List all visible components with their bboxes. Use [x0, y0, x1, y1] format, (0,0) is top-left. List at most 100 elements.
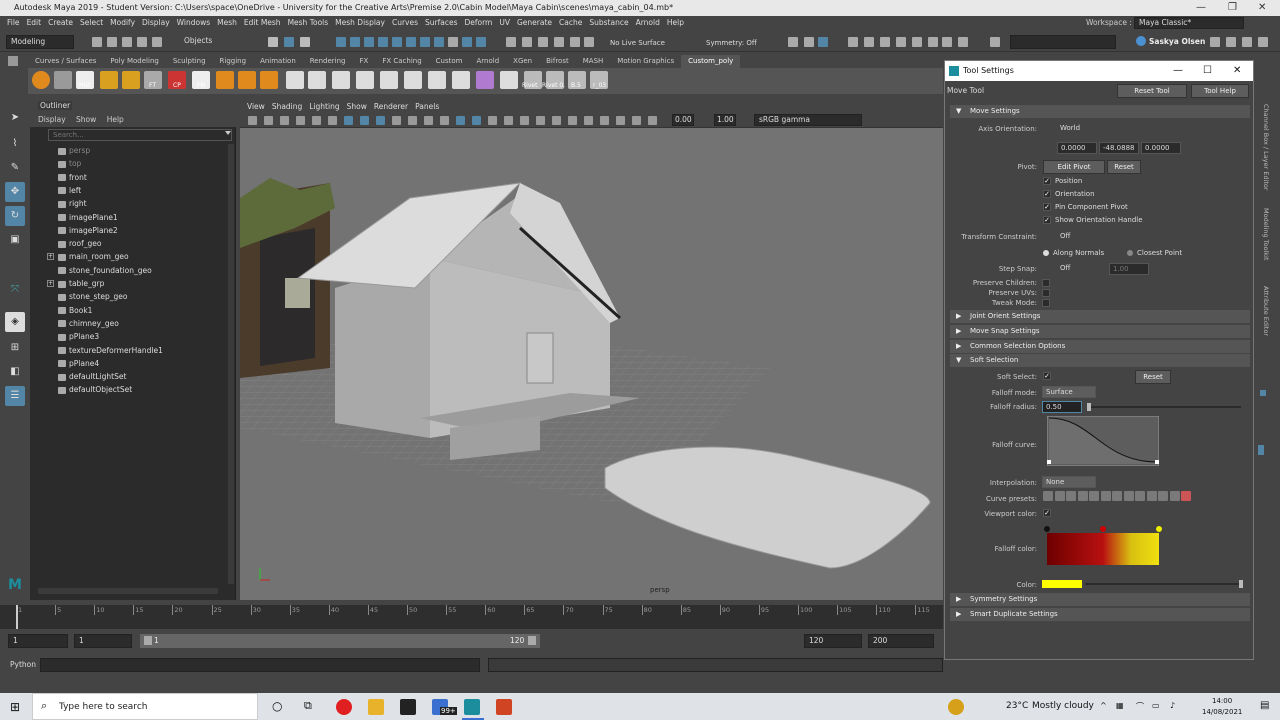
curve-preset-icon[interactable]: [1043, 491, 1053, 501]
pick-handles-icon[interactable]: [336, 37, 346, 47]
outliner-menu-show[interactable]: Show: [76, 115, 96, 124]
falloff-mode-dropdown[interactable]: Surface: [1042, 386, 1096, 398]
file-explorer-icon[interactable]: [368, 699, 384, 715]
extrude-icon[interactable]: [238, 71, 256, 89]
menu-substance[interactable]: Substance: [589, 16, 628, 30]
store-icon[interactable]: [400, 699, 416, 715]
sphere-icon[interactable]: [32, 71, 50, 89]
user-name[interactable]: Saskya Olsen: [1149, 37, 1205, 46]
outliner-item[interactable]: right: [58, 197, 87, 210]
viewport-tool-icon[interactable]: [568, 116, 577, 125]
pick-misc-icon[interactable]: [434, 37, 444, 47]
reset-tool-button[interactable]: Reset Tool: [1117, 84, 1187, 98]
viewport-tool-icon[interactable]: [360, 116, 369, 125]
task-view-icon[interactable]: ⧉: [304, 699, 312, 713]
show-attribute-editor-icon[interactable]: [1226, 37, 1236, 47]
pick-deformations-icon[interactable]: [392, 37, 402, 47]
section-move-snap[interactable]: ▶ Move Snap Settings: [950, 325, 1250, 338]
range-end-field[interactable]: 200: [868, 634, 934, 648]
preserve-uvs-checkbox[interactable]: [1042, 289, 1050, 297]
menu-mesh-display[interactable]: Mesh Display: [335, 16, 385, 30]
section-soft-selection[interactable]: ▼ Soft Selection: [950, 354, 1250, 367]
viewport-tool-icon[interactable]: [584, 116, 593, 125]
curve-preset-icon[interactable]: [1181, 491, 1191, 501]
outliner-item[interactable]: defaultLightSet: [58, 370, 126, 383]
time-slider[interactable]: 1 5 10 15 20 25 30 35 40 45 50 55 60 65 70 75 80 85 90 95 10…: [0, 605, 969, 629]
playback-start-field[interactable]: 1: [74, 634, 132, 648]
axis-value-y[interactable]: -48.0888: [1099, 142, 1139, 154]
four-view-icon[interactable]: ⊞: [5, 338, 25, 358]
viewport-tool-icon[interactable]: [264, 116, 273, 125]
outliner-item[interactable]: defaultObjectSet: [58, 383, 132, 396]
shelf-settings-icon[interactable]: [8, 56, 18, 66]
snap-grid-icon[interactable]: [506, 37, 516, 47]
menu-mesh[interactable]: Mesh: [217, 16, 237, 30]
select-tool-icon[interactable]: ➤: [5, 108, 25, 128]
viewport-tool-icon[interactable]: [456, 116, 465, 125]
outliner-item[interactable]: Book1: [58, 304, 92, 317]
show-orientation-handle-checkbox[interactable]: ✓: [1043, 216, 1051, 224]
clock-time[interactable]: 14:00: [1212, 697, 1232, 705]
tool-help-button[interactable]: Tool Help: [1191, 84, 1249, 98]
soft-select-reset-button[interactable]: Reset: [1135, 370, 1171, 384]
outliner-item[interactable]: roof_geo: [58, 237, 101, 250]
taskbar-search-box[interactable]: ⌕ Type here to search: [32, 693, 258, 720]
menu-display[interactable]: Display: [142, 16, 170, 30]
color-slider-thumb[interactable]: [1239, 580, 1243, 588]
mode-dropdown[interactable]: Modeling: [6, 35, 74, 49]
menu-modify[interactable]: Modify: [110, 16, 135, 30]
range-bar[interactable]: 1 120: [140, 634, 540, 648]
side-scroll-icon[interactable]: [1260, 390, 1266, 396]
viewport-tool-icon[interactable]: [632, 116, 641, 125]
pick-rendering-icon[interactable]: [420, 37, 430, 47]
viewport-tool-icon[interactable]: [616, 116, 625, 125]
show-modeling-toolkit-icon[interactable]: [1258, 37, 1268, 47]
viewport-tool-icon[interactable]: [440, 116, 449, 125]
curve-preset-icon[interactable]: [1169, 491, 1180, 501]
lasso-tool-icon[interactable]: ⌇: [5, 134, 25, 154]
side-scroll-thumb[interactable]: [1258, 445, 1264, 455]
restore-icon[interactable]: ❐: [1228, 0, 1237, 16]
tab-channel-box[interactable]: Channel Box / Layer Editor: [1262, 104, 1270, 191]
viewport-menu-renderer[interactable]: Renderer: [374, 102, 408, 111]
viewport-tool-icon[interactable]: [408, 116, 417, 125]
tab-attribute-editor[interactable]: Attribute Editor: [1262, 286, 1270, 336]
viewport-menu-show[interactable]: Show: [347, 102, 367, 111]
merge-icon[interactable]: [404, 71, 422, 89]
shelf-tab-fx-caching[interactable]: FX Caching: [375, 55, 428, 68]
viewport-tool-icon[interactable]: [552, 116, 561, 125]
powerpoint-icon[interactable]: [496, 699, 512, 715]
smooth-icon[interactable]: [500, 71, 518, 89]
viewport-tool-icon[interactable]: [312, 116, 321, 125]
menu-file[interactable]: File: [7, 16, 20, 30]
viewport-tool-icon[interactable]: [280, 116, 289, 125]
falloff-radius-thumb[interactable]: [1087, 403, 1091, 411]
shelf-tab-curves-surfaces[interactable]: Curves / Surfaces: [28, 55, 103, 68]
shelf-tab-animation[interactable]: Animation: [253, 55, 303, 68]
viewport-tool-icon[interactable]: [376, 116, 385, 125]
cube-icon[interactable]: [260, 71, 278, 89]
network-icon[interactable]: ▦: [1116, 701, 1124, 710]
outliner-item[interactable]: top: [58, 157, 81, 170]
viewport-color-checkbox[interactable]: ✓: [1043, 509, 1051, 517]
outliner-item[interactable]: pPlane3: [58, 330, 99, 343]
search-options-icon[interactable]: [225, 131, 231, 135]
single-perspective-icon[interactable]: ◈: [5, 312, 25, 332]
outliner-hscrollbar[interactable]: [38, 588, 218, 594]
select-hierarchy-icon[interactable]: [268, 37, 278, 47]
gamma-field[interactable]: 1.00: [714, 114, 736, 126]
slide-edge-icon[interactable]: [428, 71, 446, 89]
menu-arnold[interactable]: Arnold: [636, 16, 660, 30]
outliner-item[interactable]: persp: [58, 144, 90, 157]
viewport-tool-icon[interactable]: [520, 116, 529, 125]
interpolation-dropdown[interactable]: None: [1042, 476, 1096, 488]
pick-surfaces-icon[interactable]: [378, 37, 388, 47]
color-swatch[interactable]: [1042, 580, 1082, 588]
snap-view-plane-icon[interactable]: [554, 37, 564, 47]
curve-preset-icon[interactable]: [1077, 491, 1088, 501]
volume-icon[interactable]: ♪: [1170, 701, 1175, 710]
falloff-color-ramp[interactable]: [1047, 533, 1159, 565]
shelf-tab-poly-modeling[interactable]: Poly Modeling: [103, 55, 165, 68]
along-normals-radio[interactable]: [1043, 250, 1049, 256]
notifications-icon[interactable]: ▤: [1260, 700, 1269, 711]
